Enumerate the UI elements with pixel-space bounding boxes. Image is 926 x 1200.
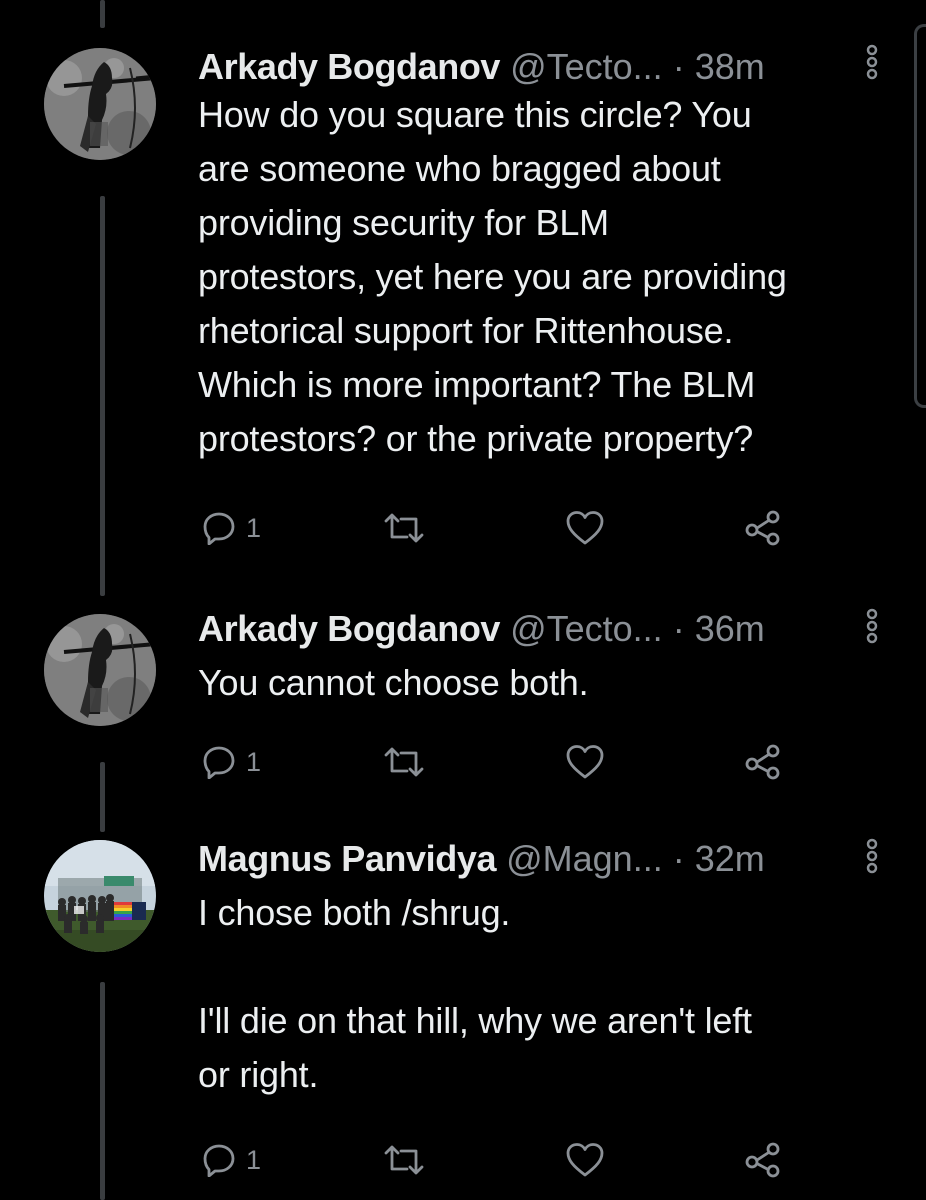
more-vertical-icon bbox=[866, 608, 878, 644]
tweet-text: I chose both /shrug. I'll die on that hi… bbox=[198, 892, 752, 1095]
reply-button[interactable]: 1 bbox=[202, 506, 261, 550]
heart-icon bbox=[566, 1143, 604, 1177]
separator-dot: · bbox=[672, 838, 685, 879]
more-options-button[interactable] bbox=[862, 838, 882, 874]
reply-button[interactable]: 1 bbox=[202, 1138, 261, 1182]
tweet-header: Magnus Panvidya @Magn... · 32m bbox=[198, 838, 765, 880]
like-button[interactable] bbox=[565, 506, 605, 550]
tweet-text: How do you square this circle? You are s… bbox=[198, 94, 787, 459]
retweet-icon bbox=[384, 513, 424, 543]
like-button[interactable] bbox=[565, 740, 605, 784]
share-button[interactable] bbox=[745, 1138, 781, 1182]
heart-icon bbox=[566, 745, 604, 779]
separator-dot: · bbox=[672, 608, 685, 649]
heart-icon bbox=[566, 511, 604, 545]
share-icon bbox=[745, 510, 780, 546]
tweet-actions: 1 bbox=[0, 740, 926, 784]
reply-icon bbox=[203, 746, 235, 779]
tweet-header: Arkady Bogdanov @Tecto... · 36m bbox=[198, 608, 765, 650]
tweet-actions: 1 bbox=[0, 1138, 926, 1182]
thread-line-top bbox=[100, 0, 105, 28]
reply-count: 1 bbox=[246, 1144, 262, 1175]
reply-count: 1 bbox=[246, 746, 262, 777]
more-options-button[interactable] bbox=[862, 44, 882, 80]
author-name[interactable]: Magnus Panvidya bbox=[198, 838, 496, 879]
tweet-text: You cannot choose both. bbox=[198, 662, 589, 703]
author-handle[interactable]: @Tecto... bbox=[510, 608, 663, 649]
share-icon bbox=[745, 744, 780, 780]
timestamp[interactable]: 36m bbox=[695, 608, 765, 649]
tweet[interactable]: Magnus Panvidya @Magn... · 32m I chose b… bbox=[0, 834, 926, 1184]
author-name[interactable]: Arkady Bogdanov bbox=[198, 608, 500, 649]
share-button[interactable] bbox=[745, 506, 781, 550]
author-handle[interactable]: @Magn... bbox=[506, 838, 663, 879]
tweet[interactable]: Arkady Bogdanov @Tecto... · 36m You cann… bbox=[0, 606, 926, 796]
share-button[interactable] bbox=[745, 740, 781, 784]
author-name[interactable]: Arkady Bogdanov bbox=[198, 46, 500, 87]
retweet-button[interactable] bbox=[383, 740, 425, 784]
retweet-button[interactable] bbox=[383, 506, 425, 550]
reply-button[interactable]: 1 bbox=[202, 740, 261, 784]
reply-icon bbox=[203, 1144, 235, 1177]
avatar[interactable] bbox=[44, 840, 156, 952]
timestamp[interactable]: 38m bbox=[695, 46, 765, 87]
tweet-header: Arkady Bogdanov @Tecto... · 38m bbox=[198, 46, 765, 88]
like-button[interactable] bbox=[565, 1138, 605, 1182]
retweet-icon bbox=[384, 1145, 424, 1175]
tweet-actions: 1 bbox=[0, 506, 926, 550]
separator-dot: · bbox=[672, 46, 685, 87]
avatar[interactable] bbox=[44, 48, 156, 160]
retweet-button[interactable] bbox=[383, 1138, 425, 1182]
author-handle[interactable]: @Tecto... bbox=[510, 46, 663, 87]
retweet-icon bbox=[384, 747, 424, 777]
more-vertical-icon bbox=[866, 838, 878, 874]
more-options-button[interactable] bbox=[862, 608, 882, 644]
reply-icon bbox=[203, 512, 235, 545]
reply-count: 1 bbox=[246, 512, 262, 543]
more-vertical-icon bbox=[866, 44, 878, 80]
avatar[interactable] bbox=[44, 614, 156, 726]
share-icon bbox=[745, 1142, 780, 1178]
tweet[interactable]: Arkady Bogdanov @Tecto... · 38m How do y… bbox=[0, 40, 926, 560]
timestamp[interactable]: 32m bbox=[695, 838, 765, 879]
